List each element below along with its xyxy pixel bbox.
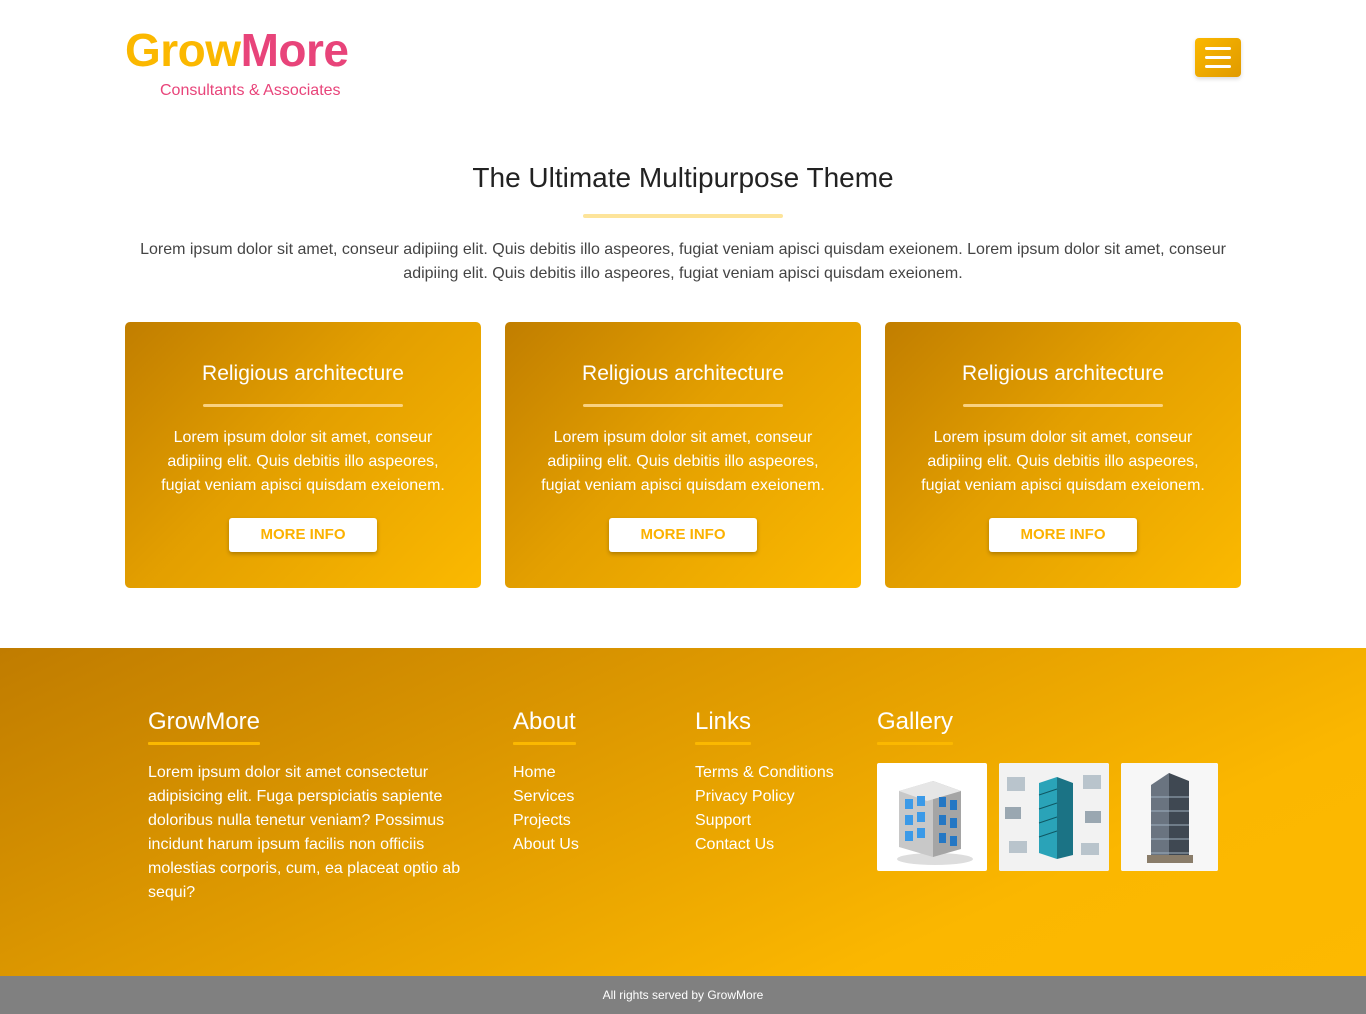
logo-more-text: More bbox=[240, 24, 349, 76]
office-tower-icon bbox=[999, 763, 1109, 871]
heading-underline bbox=[513, 742, 576, 745]
footer-about-heading: About bbox=[513, 706, 576, 745]
footer-brand-heading: GrowMore bbox=[148, 706, 261, 745]
more-info-button[interactable]: MORE INFO bbox=[609, 518, 757, 552]
footer-links-heading-text: Links bbox=[695, 708, 752, 735]
logo-tagline: Consultants & Associates bbox=[160, 82, 341, 99]
footer-links-heading: Links bbox=[695, 706, 752, 745]
card-text: Lorem ipsum dolor sit amet, conseur adip… bbox=[921, 429, 1205, 494]
gallery-image-skyscraper[interactable] bbox=[1121, 763, 1218, 871]
card-title: Religious architecture bbox=[202, 362, 404, 385]
footer-about-list: Home Services Projects About Us bbox=[513, 761, 673, 857]
hamburger-icon-bar bbox=[1205, 47, 1231, 50]
footer-about-heading-text: About bbox=[513, 708, 576, 735]
gallery-image-building[interactable] bbox=[877, 763, 987, 871]
feature-card: Religious architecture Lorem ipsum dolor… bbox=[885, 322, 1241, 588]
more-info-button[interactable]: MORE INFO bbox=[989, 518, 1137, 552]
footer-gallery-heading-text: Gallery bbox=[877, 708, 954, 735]
footer-links-list: Terms & Conditions Privacy Policy Suppor… bbox=[695, 761, 865, 857]
site-header: GrowMore Consultants & Associates bbox=[0, 0, 1366, 130]
gallery-image-office-tower[interactable] bbox=[999, 763, 1109, 871]
footer-links-column: Links Terms & Conditions Privacy Policy … bbox=[695, 706, 865, 857]
heading-underline bbox=[148, 742, 261, 745]
footer-about-column: About Home Services Projects About Us bbox=[513, 706, 673, 857]
footer-brand-heading-text: GrowMore bbox=[148, 708, 261, 735]
site-footer: GrowMore Lorem ipsum dolor sit amet cons… bbox=[0, 648, 1366, 976]
feature-card: Religious architecture Lorem ipsum dolor… bbox=[505, 322, 861, 588]
intro-text: Lorem ipsum dolor sit amet, conseur adip… bbox=[140, 241, 1226, 282]
title-divider bbox=[583, 214, 783, 218]
logo[interactable]: GrowMore Consultants & Associates bbox=[125, 24, 385, 99]
card-divider bbox=[963, 404, 1163, 407]
heading-underline bbox=[877, 742, 954, 745]
card-text: Lorem ipsum dolor sit amet, conseur adip… bbox=[161, 429, 445, 494]
footer-link-projects[interactable]: Projects bbox=[513, 809, 673, 833]
hamburger-icon-bar bbox=[1205, 65, 1231, 68]
card-title: Religious architecture bbox=[962, 362, 1164, 385]
feature-card: Religious architecture Lorem ipsum dolor… bbox=[125, 322, 481, 588]
footer-brand-column: GrowMore Lorem ipsum dolor sit amet cons… bbox=[148, 706, 478, 905]
footer-link-services[interactable]: Services bbox=[513, 785, 673, 809]
card-title: Religious architecture bbox=[582, 362, 784, 385]
card-divider bbox=[583, 404, 783, 407]
footer-link-home[interactable]: Home bbox=[513, 761, 673, 785]
copyright-bar: All rights served by GrowMore bbox=[0, 976, 1366, 1014]
more-info-button[interactable]: MORE INFO bbox=[229, 518, 377, 552]
card-text: Lorem ipsum dolor sit amet, conseur adip… bbox=[541, 429, 825, 494]
heading-underline bbox=[695, 742, 752, 745]
hamburger-icon-bar bbox=[1205, 56, 1231, 59]
gallery-grid bbox=[877, 763, 1222, 871]
footer-gallery-heading: Gallery bbox=[877, 706, 954, 745]
logo-title: GrowMore bbox=[125, 24, 385, 76]
card-divider bbox=[203, 404, 403, 407]
footer-link-support[interactable]: Support bbox=[695, 809, 865, 833]
footer-brand-text: Lorem ipsum dolor sit amet consectetur a… bbox=[148, 764, 461, 901]
skyscraper-icon bbox=[1121, 763, 1218, 871]
logo-grow-text: Grow bbox=[125, 24, 241, 76]
footer-gallery-column: Gallery bbox=[877, 706, 1222, 871]
footer-link-contact[interactable]: Contact Us bbox=[695, 833, 865, 857]
footer-link-terms[interactable]: Terms & Conditions bbox=[695, 761, 865, 785]
building-icon bbox=[897, 781, 973, 865]
footer-link-privacy[interactable]: Privacy Policy bbox=[695, 785, 865, 809]
page-title: The Ultimate Multipurpose Theme bbox=[472, 162, 894, 193]
hamburger-menu-button[interactable] bbox=[1195, 38, 1241, 77]
footer-link-about-us[interactable]: About Us bbox=[513, 833, 673, 857]
